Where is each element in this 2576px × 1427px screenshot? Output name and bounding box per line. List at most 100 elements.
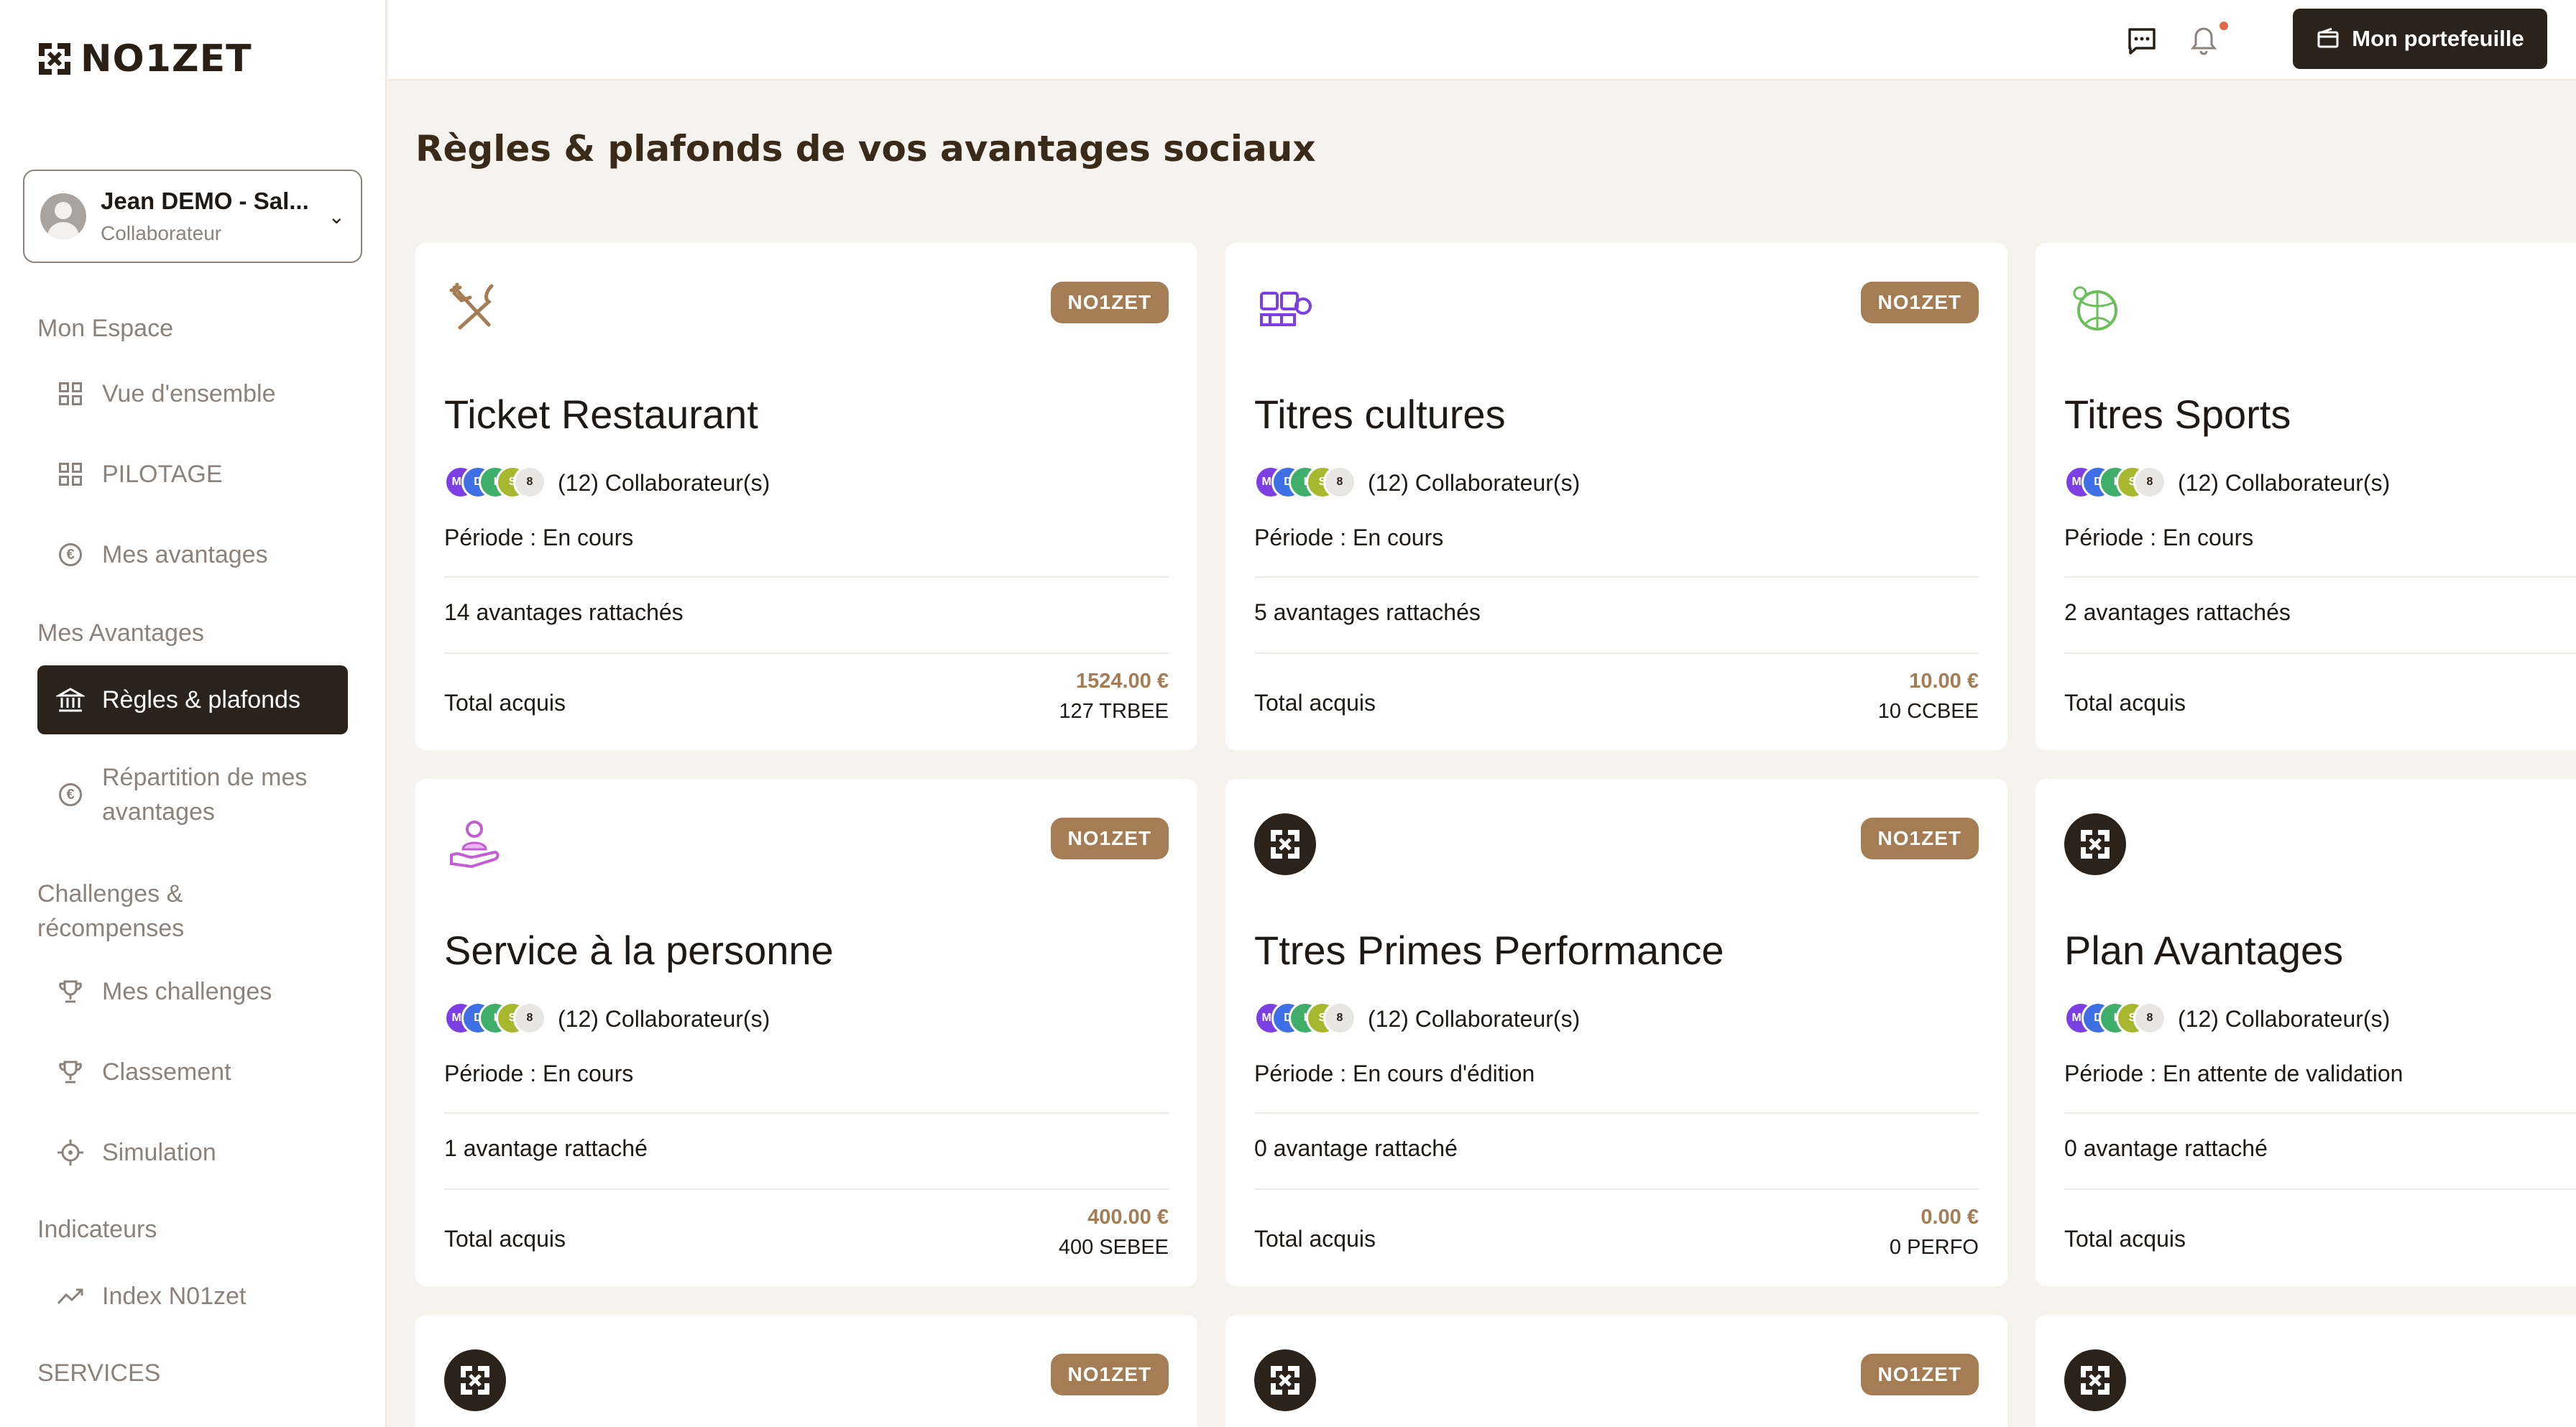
- provider-badge: NO1ZET: [1860, 1354, 1979, 1395]
- grid-icon: [56, 460, 85, 489]
- sidebar-item-repartition[interactable]: € Répartition de mes avantages: [37, 760, 348, 832]
- total-label: Total acquis: [444, 1226, 566, 1252]
- culture-icon: [1260, 292, 1312, 326]
- no1zet-logo-icon: [444, 1349, 506, 1411]
- sidebar-item-label: Mes challenges: [102, 977, 272, 1005]
- divider: [444, 1188, 1169, 1190]
- benefit-card-row3-1[interactable]: NO1ZET: [415, 1315, 1197, 1427]
- divider: [2064, 576, 2576, 578]
- period-text: Période : En cours d'édition: [1254, 1061, 1535, 1086]
- avatar-stack: MD D I S 8: [1254, 1002, 1356, 1035]
- divider: [2064, 1112, 2576, 1114]
- sidebar-item-mes-challenges[interactable]: Mes challenges: [37, 974, 348, 1009]
- period-text: Période : En cours: [444, 525, 634, 550]
- notification-dot: [2220, 22, 2228, 30]
- sidebar-item-mes-avantages[interactable]: € Mes avantages: [37, 537, 348, 572]
- period-text: Période : En cours: [444, 1061, 634, 1086]
- collaborators-count: (12) Collaborateur(s): [1368, 1006, 1581, 1032]
- bank-icon: [56, 685, 85, 714]
- benefit-card-row3-3[interactable]: [2036, 1315, 2576, 1427]
- avatar-stack: MD D I S 8: [444, 1002, 546, 1035]
- attached-count: 14 avantages rattachés: [444, 599, 684, 625]
- card-title: Service à la personne: [444, 928, 834, 973]
- cutlery-icon: [449, 282, 494, 330]
- avatar: [40, 193, 86, 239]
- attached-count: 5 avantages rattachés: [1254, 599, 1481, 625]
- sidebar-item-vue-ensemble[interactable]: Vue d'ensemble: [37, 377, 348, 411]
- collaborators-count: (12) Collaborateur(s): [1368, 470, 1581, 496]
- nav-section-mes-avantages: Mes Avantages: [37, 619, 204, 647]
- card-title: Ticket Restaurant: [444, 392, 758, 437]
- sidebar-item-label: PILOTAGE: [102, 460, 223, 488]
- nav-section-mon-espace: Mon Espace: [37, 315, 173, 342]
- divider: [444, 1112, 1169, 1114]
- collaborator-avatar: 8: [513, 466, 546, 499]
- sidebar-item-pilotage[interactable]: PILOTAGE: [37, 457, 348, 491]
- benefit-card-plan-avantages[interactable]: Plan Avantages MD D I S 8 (12) Collaborateur…: [2036, 779, 2576, 1286]
- avatar-stack: MD D I S 8: [444, 466, 546, 499]
- wallet-label: Mon portefeuille: [2352, 26, 2524, 51]
- sidebar-item-classement[interactable]: Classement: [37, 1055, 348, 1089]
- card-title: Titres cultures: [1254, 392, 1506, 437]
- no1zet-logo-icon: [2064, 813, 2126, 875]
- provider-badge: NO1ZET: [1050, 1354, 1169, 1395]
- sidebar-item-label: Classement: [102, 1058, 231, 1086]
- benefit-card-titres-cultures[interactable]: NO1ZET Titres cultures MD D I S 8 (12) Colla…: [1225, 243, 2007, 750]
- period-text: Période : En cours: [2064, 525, 2254, 550]
- card-title: Plan Avantages: [2064, 928, 2344, 973]
- sport-ball-icon: [2073, 286, 2117, 331]
- collaborator-avatar: 8: [513, 1002, 546, 1035]
- brand-logo[interactable]: NO1ZET: [36, 37, 252, 80]
- avatar-stack: MD D I S 8: [1254, 466, 1356, 499]
- attached-count: 0 avantage rattaché: [2064, 1135, 2268, 1161]
- brand-name: NO1ZET: [80, 37, 252, 80]
- total-amount: 0.00 €: [1920, 1206, 1979, 1229]
- sidebar-item-index[interactable]: Index N01zet: [37, 1279, 348, 1313]
- sidebar-item-label: Simulation: [102, 1138, 216, 1166]
- chevron-down-icon: ⌄: [328, 205, 345, 228]
- collaborators-count: (12) Collaborateur(s): [558, 470, 770, 496]
- grid-icon: [56, 379, 85, 408]
- no1zet-logo-icon: [39, 43, 70, 75]
- provider-badge: NO1ZET: [1050, 818, 1169, 859]
- user-switcher[interactable]: Jean DEMO - Sal... Collaborateur ⌄: [23, 170, 362, 263]
- divider: [1254, 652, 1979, 654]
- no1zet-logo-icon: [1254, 1349, 1316, 1411]
- attached-count: 0 avantage rattaché: [1254, 1135, 1458, 1161]
- sidebar-item-regles-plafonds[interactable]: Règles & plafonds: [37, 665, 348, 734]
- collaborators-count: (12) Collaborateur(s): [558, 1006, 770, 1032]
- sidebar-item-label: Répartition de mes avantages: [102, 764, 308, 826]
- sidebar: NO1ZET Jean DEMO - Sal... Collaborateur …: [0, 0, 387, 1427]
- benefit-card-row3-2[interactable]: NO1ZET: [1225, 1315, 2007, 1427]
- divider: [1254, 576, 1979, 578]
- person-service-icon: [450, 821, 500, 869]
- page-title: Règles & plafonds de vos avantages socia…: [415, 128, 1316, 170]
- card-title: Titres Sports: [2064, 392, 2291, 437]
- total-label: Total acquis: [444, 690, 566, 716]
- collaborator-avatar: 8: [2133, 466, 2166, 499]
- total-amount: 1524.00 €: [1075, 670, 1169, 693]
- wallet-icon: [2317, 27, 2339, 48]
- bell-icon[interactable]: [2188, 24, 2220, 56]
- sidebar-item-label: Règles & plafonds: [102, 685, 300, 714]
- sidebar-item-simulation[interactable]: Simulation: [37, 1135, 348, 1170]
- card-title: Ttres Primes Performance: [1254, 928, 1724, 973]
- total-units: 127 TRBEE: [1059, 700, 1169, 723]
- trend-icon: [56, 1282, 85, 1311]
- wallet-button[interactable]: Mon portefeuille: [2293, 9, 2547, 69]
- collaborators-count: (12) Collaborateur(s): [2178, 1006, 2391, 1032]
- benefit-card-primes-performance[interactable]: NO1ZET Ttres Primes Performance MD D I S 8 (…: [1225, 779, 2007, 1286]
- total-label: Total acquis: [1254, 1226, 1376, 1252]
- nav-section-indicateurs: Indicateurs: [37, 1216, 157, 1243]
- attached-count: 2 avantages rattachés: [2064, 599, 2291, 625]
- provider-badge: NO1ZET: [1860, 818, 1979, 859]
- chat-icon[interactable]: [2126, 24, 2158, 56]
- total-units: 400 SEBEE: [1058, 1236, 1169, 1259]
- benefit-card-service-personne[interactable]: NO1ZET Service à la personne MD D I S 8 (12)…: [415, 779, 1197, 1286]
- benefit-card-titres-sports[interactable]: Titres Sports MD D I S 8 (12) Collaborateur(…: [2036, 243, 2576, 750]
- total-label: Total acquis: [1254, 690, 1376, 716]
- nav-section-services: SERVICES: [37, 1359, 161, 1387]
- benefit-card-ticket-restaurant[interactable]: NO1ZET Ticket Restaurant MD D I S 8 (12) Col…: [415, 243, 1197, 750]
- user-name: Jean DEMO - Sal...: [101, 188, 309, 214]
- divider: [1254, 1112, 1979, 1114]
